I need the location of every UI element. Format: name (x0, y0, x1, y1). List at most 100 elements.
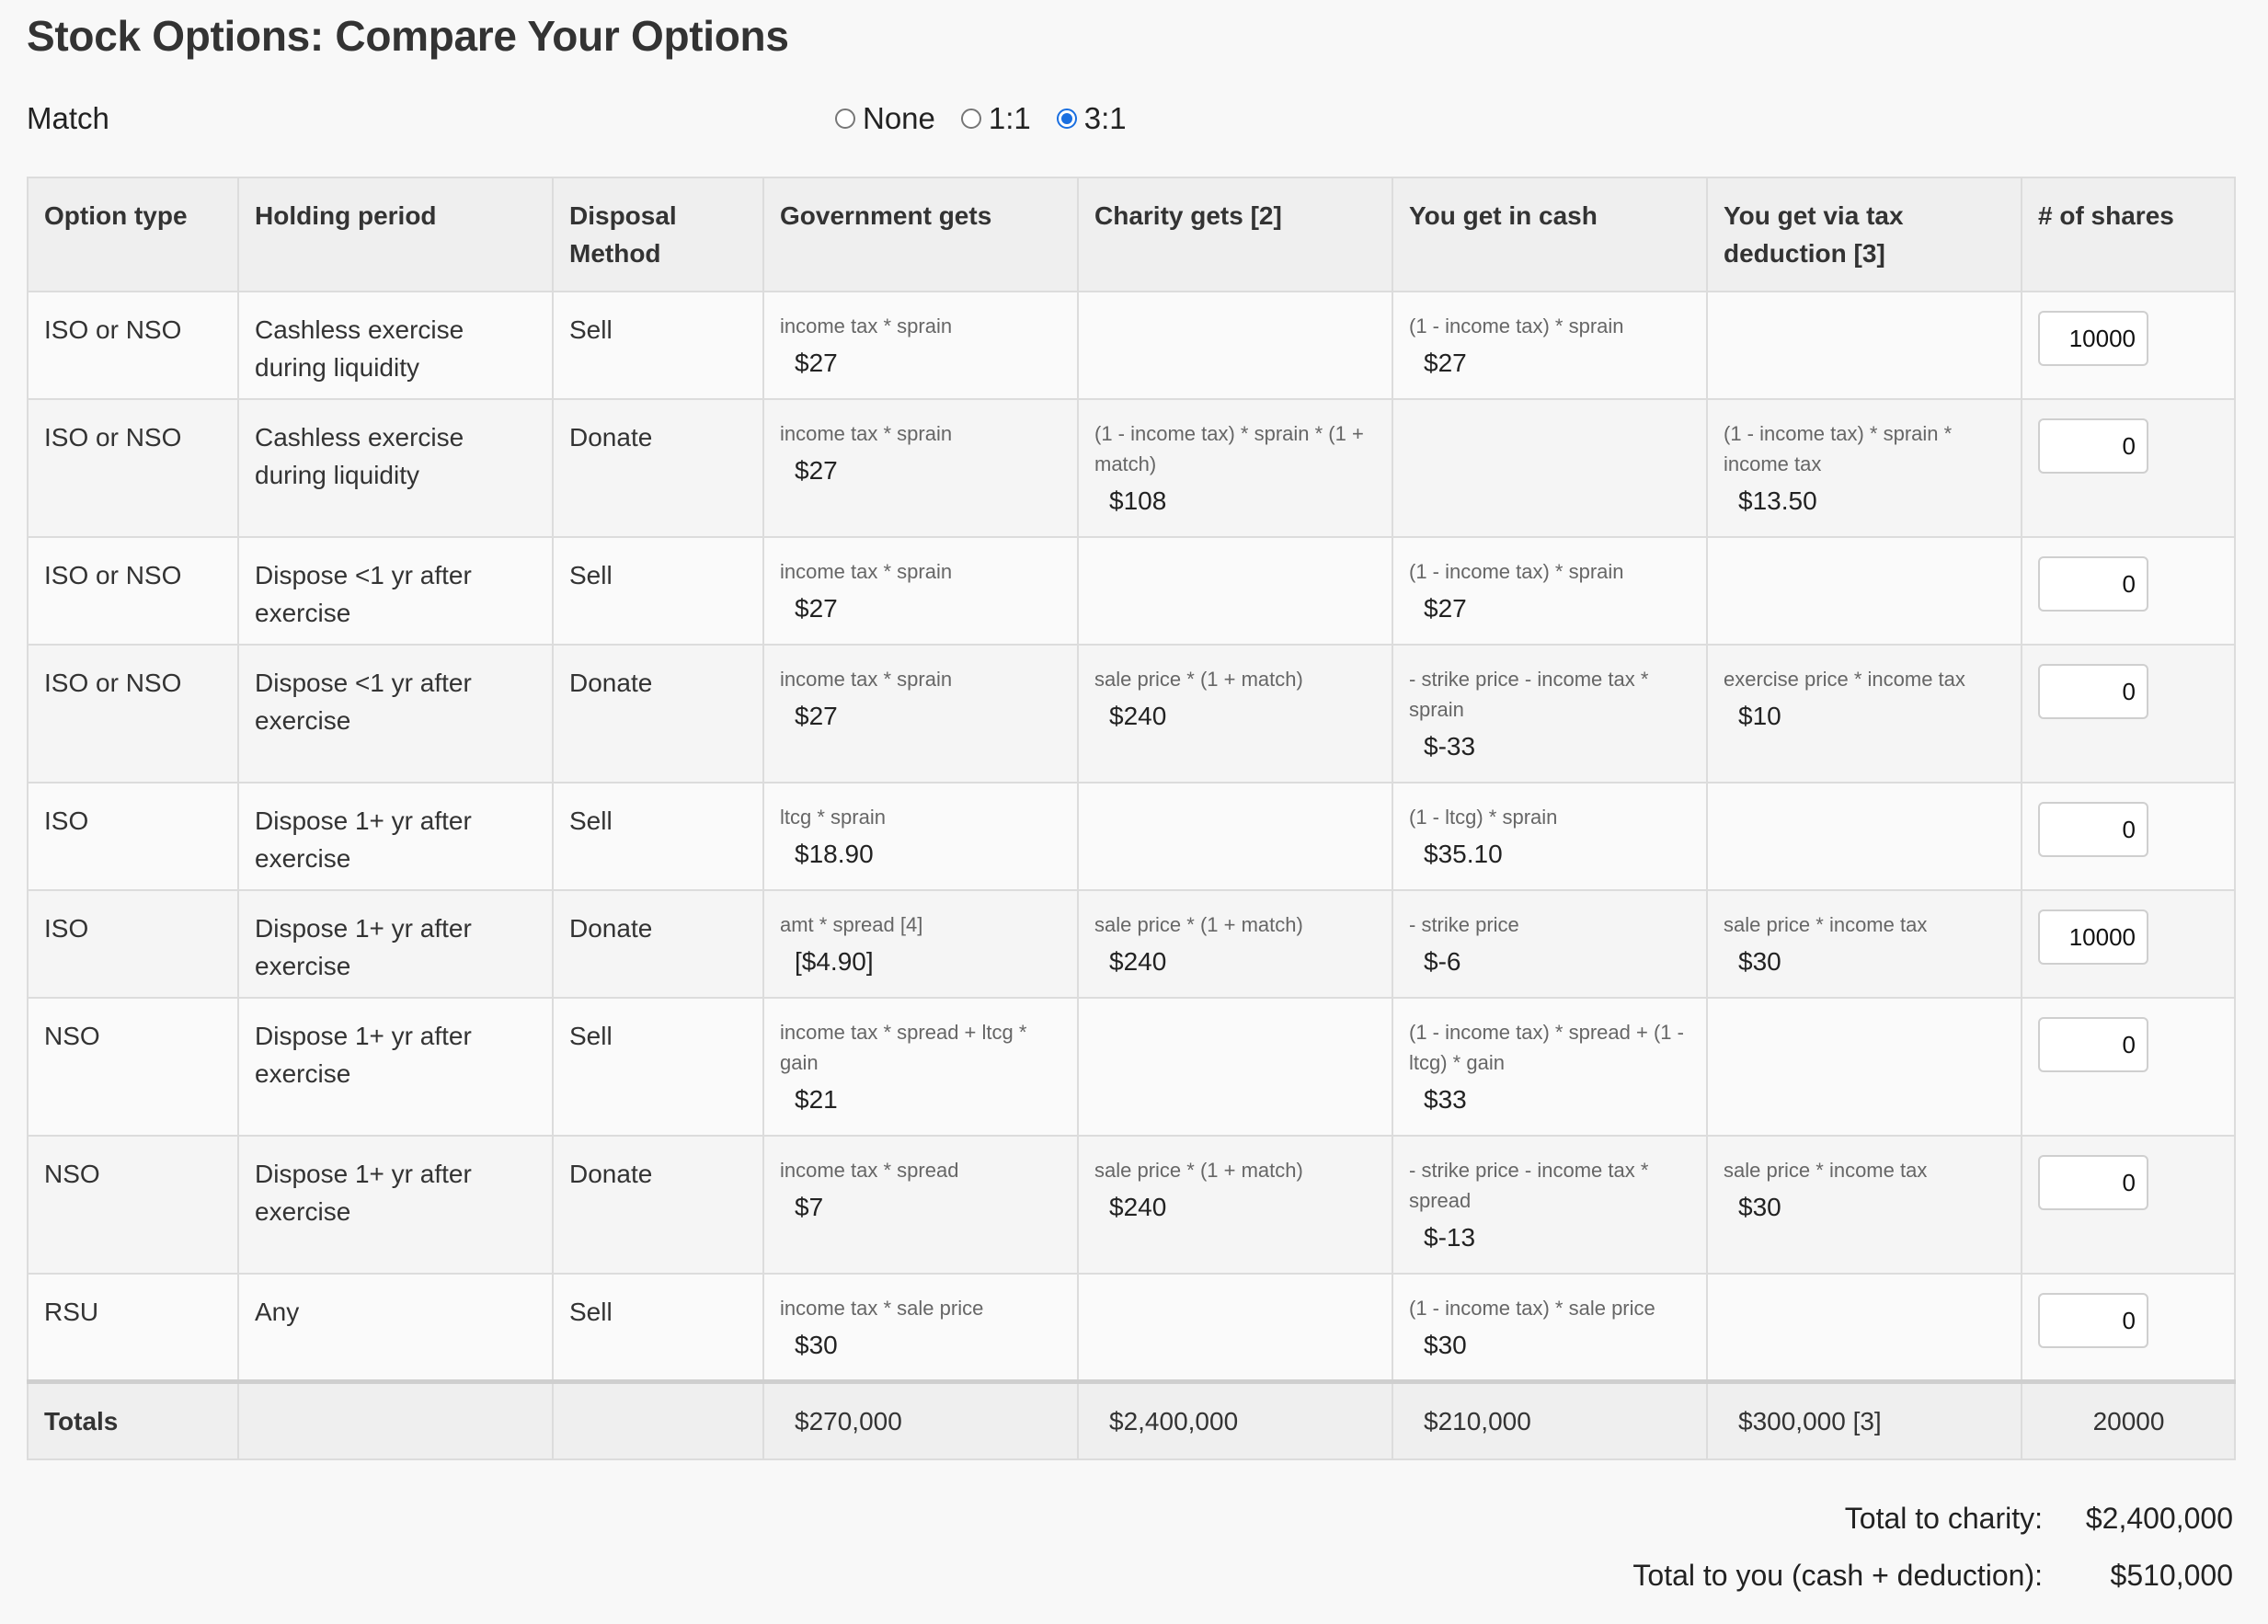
cell-cash: (1 - ltcg) * sprain $35.10 (1392, 782, 1708, 891)
deduction-formula: sale price * income tax (1724, 1159, 1928, 1182)
radio-3-1[interactable] (1056, 109, 1077, 129)
government-formula: income tax * sale price (780, 1297, 984, 1320)
government-formula: income tax * sprain (780, 315, 953, 337)
totals-government: $270,000 (762, 1378, 1079, 1460)
page-title: Stock Options: Compare Your Options (27, 12, 789, 60)
cell-disposal-method: Donate (552, 889, 764, 999)
shares-input[interactable] (2038, 802, 2148, 857)
cell-cash: (1 - income tax) * sprain $27 (1392, 291, 1708, 400)
cell-government: income tax * sprain $27 (762, 644, 1079, 783)
government-value: $30 (795, 1331, 838, 1359)
table-row: ISO or NSO Cashless exercise during liqui… (27, 291, 2236, 400)
government-value: $18.90 (795, 840, 874, 868)
charity-formula: sale price * (1 + match) (1094, 1159, 1303, 1182)
match-option-3-1[interactable]: 3:1 (1056, 101, 1127, 136)
cash-formula: - strike price - income tax * sprain (1409, 668, 1649, 721)
deduction-value: $30 (1738, 947, 1781, 976)
charity-value: $240 (1109, 947, 1167, 976)
table-row: ISO Dispose 1+ yr after exercise Sell ltcg … (27, 782, 2236, 891)
cell-option-type: ISO or NSO (27, 644, 239, 783)
totals-deduction: $300,000 [3] (1706, 1378, 2022, 1460)
deduction-value: $13.50 (1738, 486, 1817, 515)
total-to-charity-label: Total to charity: (1844, 1502, 2043, 1535)
cash-value: $35.10 (1424, 840, 1503, 868)
cell-deduction: exercise price * income tax $10 (1706, 644, 2022, 783)
shares-input[interactable] (2038, 1293, 2148, 1348)
header-holding-period: Holding period (237, 177, 554, 292)
radio-1-1[interactable] (960, 109, 981, 129)
radio-none[interactable] (835, 109, 855, 129)
cash-formula: - strike price (1409, 913, 1519, 936)
deduction-formula: (1 - income tax) * sprain * income tax (1724, 422, 1953, 475)
table-row: ISO Dispose 1+ yr after exercise Donate amt… (27, 889, 2236, 999)
header-disposal-method: Disposal Method (552, 177, 764, 292)
cell-government: amt * spread [4] [$4.90] (762, 889, 1079, 999)
cell-cash: - strike price - income tax * spread $-13 (1392, 1135, 1708, 1275)
cell-shares (2021, 1273, 2236, 1382)
shares-input[interactable] (2038, 418, 2148, 474)
cash-value: $30 (1424, 1331, 1467, 1359)
cell-holding-period: Dispose 1+ yr after exercise (237, 782, 554, 891)
cell-deduction (1706, 291, 2022, 400)
totals-cash: $210,000 (1392, 1378, 1708, 1460)
shares-input[interactable] (2038, 909, 2148, 965)
totals-row: Totals $270,000 $2,400,000 $210,000 $300… (27, 1378, 2236, 1460)
government-value: $27 (795, 456, 838, 485)
cell-disposal-method: Sell (552, 782, 764, 891)
cash-formula: - strike price - income tax * spread (1409, 1159, 1649, 1212)
government-value: $7 (795, 1193, 824, 1221)
cell-shares (2021, 398, 2236, 538)
cell-disposal-method: Donate (552, 398, 764, 538)
cell-option-type: ISO (27, 889, 239, 999)
table-row: NSO Dispose 1+ yr after exercise Donate inc… (27, 1135, 2236, 1275)
cell-holding-period: Dispose <1 yr after exercise (237, 644, 554, 783)
table-row: NSO Dispose 1+ yr after exercise Sell incom… (27, 997, 2236, 1137)
shares-input[interactable] (2038, 1017, 2148, 1072)
deduction-formula: exercise price * income tax (1724, 668, 1965, 691)
cell-holding-period: Dispose 1+ yr after exercise (237, 889, 554, 999)
table-row: ISO or NSO Dispose <1 yr after exercise Do… (27, 644, 2236, 783)
charity-formula: (1 - income tax) * sprain * (1 + match) (1094, 422, 1364, 475)
government-value: [$4.90] (795, 947, 874, 976)
cell-deduction: (1 - income tax) * sprain * income tax $1… (1706, 398, 2022, 538)
cell-shares (2021, 997, 2236, 1137)
total-to-charity-value: $2,400,000 (2085, 1502, 2233, 1535)
cell-disposal-method: Donate (552, 1135, 764, 1275)
government-value: $27 (795, 702, 838, 730)
government-formula: amt * spread [4] (780, 913, 923, 936)
cash-formula: (1 - income tax) * spread + (1 - ltcg) *… (1409, 1021, 1684, 1074)
cell-government: income tax * sprain $27 (762, 398, 1079, 538)
cell-charity: (1 - income tax) * sprain * (1 + match) $… (1077, 398, 1393, 538)
shares-input[interactable] (2038, 556, 2148, 612)
shares-input[interactable] (2038, 311, 2148, 366)
shares-input[interactable] (2038, 664, 2148, 719)
cell-holding-period: Any (237, 1273, 554, 1382)
cell-holding-period: Cashless exercise during liquidity (237, 398, 554, 538)
cell-deduction (1706, 1273, 2022, 1382)
totals-charity: $2,400,000 (1077, 1378, 1393, 1460)
cash-formula: (1 - income tax) * sale price (1409, 1297, 1655, 1320)
cell-shares (2021, 644, 2236, 783)
cash-value: $-6 (1424, 947, 1461, 976)
cash-formula: (1 - income tax) * sprain (1409, 560, 1624, 583)
cell-disposal-method: Donate (552, 644, 764, 783)
cell-disposal-method: Sell (552, 997, 764, 1137)
cell-government: income tax * sprain $27 (762, 536, 1079, 646)
charity-formula: sale price * (1 + match) (1094, 913, 1303, 936)
match-option-1-1[interactable]: 1:1 (960, 101, 1031, 136)
table-header-row: Option type Holding period Disposal Meth… (27, 177, 2236, 292)
cell-government: income tax * spread $7 (762, 1135, 1079, 1275)
match-option-none[interactable]: None (835, 101, 935, 136)
cell-government: income tax * spread + ltcg * gain $21 (762, 997, 1079, 1137)
cash-value: $33 (1424, 1085, 1467, 1114)
deduction-value: $30 (1738, 1193, 1781, 1221)
table-row: RSU Any Sell income tax * sale price $30 (1 -… (27, 1273, 2236, 1382)
totals-shares: 20000 (2021, 1378, 2236, 1460)
header-cash: You get in cash (1392, 177, 1708, 292)
cell-deduction (1706, 997, 2022, 1137)
cell-cash: (1 - income tax) * spread + (1 - ltcg) *… (1392, 997, 1708, 1137)
shares-input[interactable] (2038, 1155, 2148, 1210)
government-value: $27 (795, 349, 838, 377)
government-formula: income tax * spread + ltcg * gain (780, 1021, 1027, 1074)
cell-holding-period: Dispose <1 yr after exercise (237, 536, 554, 646)
